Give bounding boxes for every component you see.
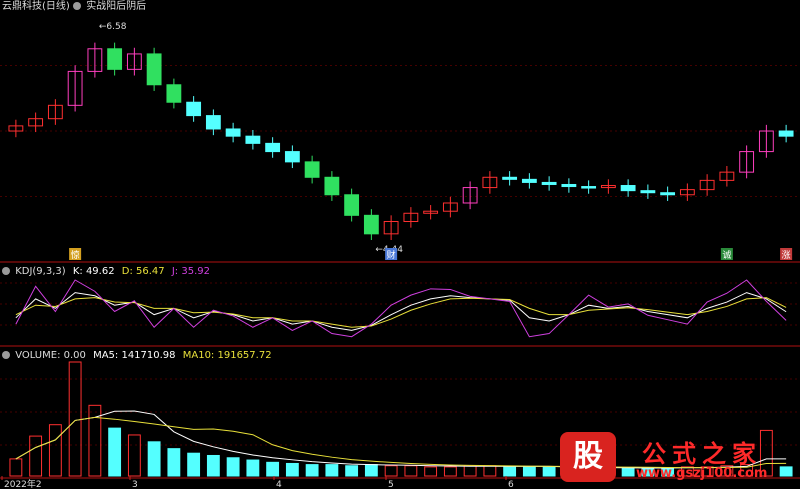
volume-bar: [206, 454, 220, 477]
candle-body: [620, 185, 636, 192]
candle-body: [186, 101, 202, 117]
volume-bar: [9, 458, 23, 477]
candle-body: [225, 128, 241, 137]
kdj-dot-icon[interactable]: [2, 267, 10, 275]
kdj-k-label: K: 49.62: [72, 266, 115, 277]
volume-bar: [266, 461, 280, 477]
volume-bar: [147, 441, 161, 477]
candle-body: [107, 48, 123, 70]
candle-body: [581, 186, 597, 189]
candle-body: [166, 84, 182, 103]
volume-bar: [424, 466, 438, 477]
candle-body: [205, 115, 221, 130]
x-axis-label: 5: [388, 480, 394, 489]
candle-body: [521, 178, 537, 183]
volume-bar: [443, 466, 457, 477]
volume-bar: [364, 464, 378, 477]
volume-bar: [48, 424, 62, 477]
high-price-label: ←6.58: [99, 22, 127, 32]
indicator-dot-icon[interactable]: [73, 2, 81, 10]
candle-body: [146, 53, 162, 86]
volume-bar: [29, 435, 43, 477]
watermark-url: www.gszj100.com: [636, 466, 768, 481]
volume-bar: [542, 466, 556, 477]
kdj-header: KDJ(9,3,3) K: 49.62 D: 56.47 J: 35.92: [2, 266, 210, 278]
watermark-logo: 股: [560, 432, 616, 482]
candle-body: [344, 194, 360, 216]
volume-bar: [325, 464, 339, 477]
volume-bar: [127, 434, 141, 477]
volume-bar: [226, 457, 240, 477]
main-title: 云鼎科技(日线): [2, 1, 70, 12]
candle-body: [541, 181, 557, 185]
volume-bar: [404, 465, 418, 477]
kdj-title: KDJ(9,3,3): [15, 266, 66, 277]
watermark-title: 公式之家: [642, 440, 762, 468]
volume-bar: [384, 465, 398, 477]
volume-ma5-label: MA5: 141710.98: [93, 350, 176, 361]
volume-bar: [503, 466, 517, 477]
signal-label: 财: [387, 249, 396, 261]
kdj-d-label: D: 56.47: [121, 266, 165, 277]
main-header: 云鼎科技(日线) 实战阳后阴后: [2, 1, 146, 13]
volume-bar: [246, 459, 260, 477]
signal-label: 惊: [71, 249, 80, 261]
kdj-j-line: [15, 279, 787, 338]
chart-canvas: ←6.58←4.44惊财诚涨2022年23456: [0, 22, 800, 489]
candle-body: [284, 151, 300, 163]
stock-chart: ←6.58←4.44惊财诚涨2022年23456 云鼎科技(日线) 实战阳后阴后…: [0, 0, 800, 489]
kdj-j-label: J: 35.92: [171, 266, 210, 277]
volume-bar: [522, 466, 536, 477]
volume-ma10-label: MA10: 191657.72: [182, 350, 272, 361]
volume-bar: [483, 465, 497, 477]
candle-body: [660, 192, 676, 196]
volume-header: VOLUME: 0.00 MA5: 141710.98 MA10: 191657…: [2, 350, 272, 362]
volume-title: VOLUME: 0.00: [15, 350, 86, 361]
indicator-name: 实战阳后阴后: [86, 1, 147, 12]
candle-body: [304, 161, 320, 178]
signal-label: 涨: [782, 250, 791, 261]
volume-bar: [345, 465, 359, 477]
volume-bar: [463, 465, 477, 477]
candle-body: [324, 176, 340, 196]
watermark: 股 公式之家 www.gszj100.com: [556, 430, 800, 489]
volume-bar: [305, 464, 319, 477]
candle-body: [265, 142, 281, 153]
x-axis-label: 4: [276, 480, 282, 489]
volume-bar: [187, 452, 201, 477]
volume-bar: [285, 462, 299, 477]
candle-body: [640, 190, 656, 194]
candle-body: [363, 214, 379, 235]
candle-body: [561, 183, 577, 188]
candle-body: [245, 135, 261, 144]
candle-body: [778, 130, 794, 137]
volume-bar: [108, 427, 122, 477]
signal-label: 诚: [722, 249, 731, 261]
x-axis-label: 3: [132, 480, 138, 489]
x-axis-label: 2022年2: [4, 478, 42, 489]
candle-body: [502, 176, 518, 180]
volume-dot-icon[interactable]: [2, 351, 10, 359]
x-axis-label: 6: [508, 480, 514, 489]
volume-bar: [167, 448, 181, 477]
